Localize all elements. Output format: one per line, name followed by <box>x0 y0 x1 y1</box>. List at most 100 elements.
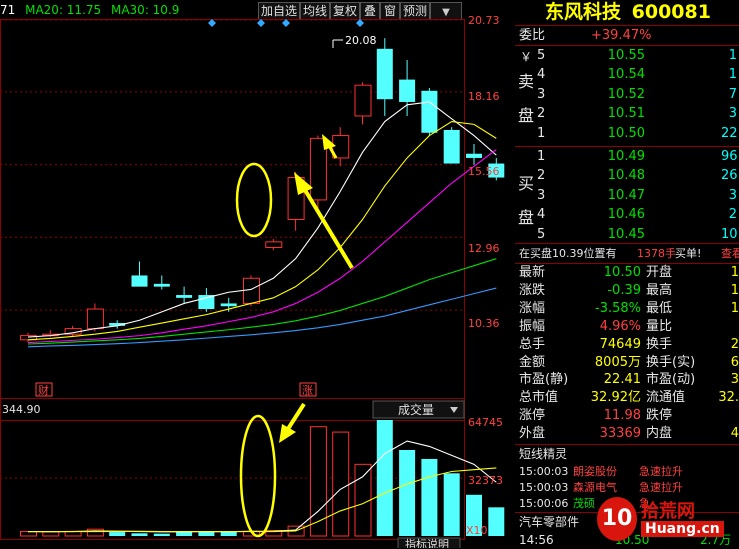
spirit-stock: 茂硕 <box>573 497 595 510</box>
watermark-domain: Huang.cn <box>641 521 724 537</box>
ask-level[interactable]: 3 10.52 7 <box>515 86 739 104</box>
stat-row[interactable]: 金额 8005万 换手(实) 6 <box>515 354 739 372</box>
stat-label-right: 开盘 <box>646 265 673 280</box>
stat-label: 金额 <box>519 354 546 370</box>
stat-value-right: 3 <box>730 372 739 388</box>
divider <box>515 146 739 147</box>
watermark-logo: 10 拾荒网 Huang.cn <box>597 497 727 543</box>
stat-value-right: 2 <box>730 336 739 352</box>
ask-volume: 1 <box>728 67 737 83</box>
level-num: 3 <box>537 187 546 203</box>
stock-code: 600081 <box>631 1 711 23</box>
stat-label: 外盘 <box>519 426 546 442</box>
level-num: 1 <box>537 125 546 141</box>
volume-bar <box>153 533 170 536</box>
price-tick-2: 15.56 <box>468 165 500 178</box>
bid-price: 10.48 <box>607 168 645 184</box>
volume-bar <box>443 473 460 536</box>
ask-price: 10.55 <box>607 48 645 63</box>
annotation-arrow-icon <box>279 402 306 443</box>
ask-level[interactable]: 4 10.54 1 <box>515 66 739 84</box>
ask-price: 10.51 <box>607 106 645 122</box>
ask-level[interactable]: 1 10.50 22 <box>515 125 739 143</box>
indicator-help-label[interactable]: 指标说明 <box>405 537 449 548</box>
high-label: 20.08 <box>345 34 377 47</box>
side-label-buy-2: 盘 <box>518 208 535 227</box>
stat-row[interactable]: 最新 10.50 开盘 1 <box>515 264 739 282</box>
indicator-select-label[interactable]: 成交量 <box>398 402 434 417</box>
stat-row[interactable]: 市盈(静) 22.41 市盈(动) 3 <box>515 371 739 389</box>
ask-level[interactable]: 2 10.51 3 <box>515 105 739 123</box>
stat-row[interactable]: 总手 74649 换手 2 <box>515 336 739 354</box>
stat-label: 涨跌 <box>519 282 546 298</box>
stat-label-right: 最高 <box>646 282 673 298</box>
annotation-circle-volume <box>239 414 277 538</box>
bid-volume: 96 <box>721 149 738 164</box>
watermark-text: 拾荒网 <box>641 501 695 522</box>
ask-level[interactable]: 5 10.55 1 <box>515 47 739 65</box>
candle-body <box>399 79 416 102</box>
stat-label: 振幅 <box>519 318 546 334</box>
bid-level[interactable]: 1 10.49 96 <box>515 148 739 166</box>
annotation-circle-price <box>235 162 273 238</box>
bid-price: 10.46 <box>607 207 645 223</box>
level-num: 2 <box>537 106 546 122</box>
volume-bars <box>20 420 505 537</box>
bid-price: 10.45 <box>607 226 645 242</box>
bid-volume: 2 <box>728 207 737 223</box>
bid-level[interactable]: 3 10.47 3 <box>515 187 739 205</box>
volume-bar <box>332 431 350 537</box>
stat-value: -0.39 <box>607 282 641 298</box>
bid-volume: 10 <box>721 226 738 242</box>
volume-tick-0: 64745 <box>468 416 503 429</box>
side-label-buy-1: 买 <box>518 174 535 193</box>
candle-body <box>86 308 104 330</box>
bid-volume: 3 <box>728 187 737 203</box>
sector-label[interactable]: 汽车零部件 <box>519 513 579 531</box>
stat-row[interactable]: 总市值 32.92亿 流通值 32. <box>515 389 739 407</box>
level-num: 4 <box>537 67 546 83</box>
weibi-label: 委比 <box>519 28 546 43</box>
stat-label-right: 换手(实) <box>646 354 696 370</box>
candle-body <box>176 295 193 298</box>
ma-line-ma5 <box>27 101 497 338</box>
chart-grid <box>0 19 465 540</box>
volume-tick-1: 32373 <box>468 474 503 487</box>
stat-value-right: 32. <box>718 390 739 406</box>
watermark-num: 10 <box>597 497 637 541</box>
stat-row[interactable]: 涨幅 -3.58% 最低 1 <box>515 300 739 318</box>
quote-panel: 东风科技 600081 委比 +39.47% 5 10.55 1 4 10.54 1 3 10… <box>515 0 739 548</box>
bid-level[interactable]: 2 10.48 26 <box>515 167 739 185</box>
yen-icon: ￥ <box>520 50 533 64</box>
stat-value-right: 4 <box>730 426 739 442</box>
stat-label-right: 市盈(动) <box>646 372 696 388</box>
event-diamond-icon <box>257 19 265 27</box>
stock-title: 东风科技 600081 <box>545 0 711 24</box>
stat-value-right: 1 <box>730 300 739 316</box>
stat-value: 32.92亿 <box>590 390 641 406</box>
level-num: 5 <box>537 226 546 242</box>
level-num: 5 <box>537 48 546 63</box>
stat-label: 最新 <box>519 265 546 280</box>
stat-label-right: 内盘 <box>646 426 673 442</box>
stat-row[interactable]: 外盘 33369 内盘 4 <box>515 425 739 443</box>
stat-row[interactable]: 涨停 11.98 跌停 <box>515 407 739 425</box>
volume-bar <box>399 450 416 536</box>
chart-frame <box>0 19 465 540</box>
bid-level[interactable]: 5 10.45 10 <box>515 226 739 244</box>
stat-row[interactable]: 振幅 4.96% 量比 <box>515 318 739 336</box>
volume-bar <box>131 533 148 536</box>
spirit-title[interactable]: 短线精灵 <box>519 445 567 463</box>
volume-tick-2: X10 <box>466 524 488 537</box>
candle-body <box>443 129 460 164</box>
finance-marker[interactable]: 财 <box>38 383 49 397</box>
bid-level[interactable]: 4 10.46 2 <box>515 206 739 224</box>
limit-marker[interactable]: 涨 <box>302 384 313 397</box>
bid-price: 10.49 <box>607 149 645 164</box>
stat-row[interactable]: 涨跌 -0.39 最高 1 <box>515 282 739 300</box>
kline-chart-area[interactable]: 71 MA20: 11.75 MA30: 10.9 加自选 均线 复权 叠 窗 … <box>0 0 515 548</box>
stat-value-right: 1 <box>730 282 739 298</box>
chart-svg[interactable]: 20.73 18.16 15.56 12.96 10.36 20.08 财 涨 … <box>0 0 515 548</box>
stat-value: 10.50 <box>603 265 641 280</box>
alert-link[interactable]: 查看 <box>721 245 739 263</box>
